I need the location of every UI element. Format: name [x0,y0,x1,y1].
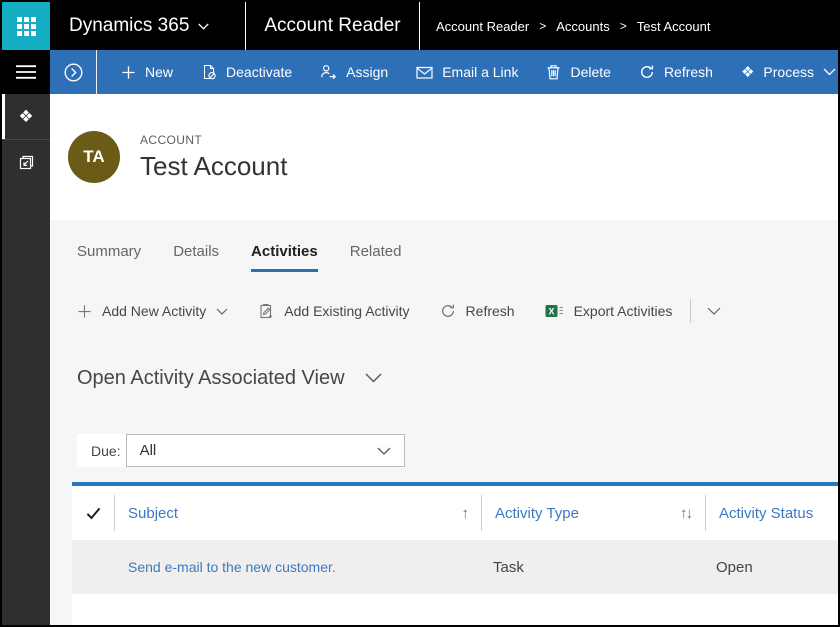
activities-grid: Subject ↑ Activity Type ↑↓ Activity Stat… [72,482,838,625]
sort-both-icon: ↑↓ [680,505,691,522]
tab-details[interactable]: Details [173,243,219,272]
add-existing-activity-button[interactable]: Add Existing Activity [258,303,409,319]
clipboard-edit-icon [258,303,274,319]
due-filter: Due: All [77,434,405,467]
refresh-icon [440,303,456,319]
plus-icon [77,304,92,319]
row-checkbox[interactable] [72,540,114,594]
app-launcher-button[interactable] [2,2,50,50]
chevron-down-icon [198,23,209,30]
breadcrumb-separator: > [620,19,627,33]
due-filter-select[interactable]: All [126,434,405,467]
chevron-down-icon [823,68,836,76]
column-header-activity-type[interactable]: Activity Type ↑↓ [482,486,705,540]
email-link-button[interactable]: Email a Link [402,50,532,94]
dynamics-brand-menu[interactable]: Dynamics 365 [50,2,245,50]
tab-activities[interactable]: Activities [251,243,318,272]
chevron-down-icon [377,447,391,455]
delete-button[interactable]: Delete [532,50,624,94]
checkmark-icon [86,507,101,520]
brand-label: Dynamics 365 [69,15,189,37]
circled-chevron-right-icon [63,62,84,83]
add-new-activity-button[interactable]: Add New Activity [77,303,228,319]
due-filter-value: All [140,442,157,459]
chevron-down-icon [707,307,721,315]
export-activities-button[interactable]: X Export Activities [545,303,673,319]
command-bar: New Deactivate Assign Email a Link [50,50,838,94]
cell-activity-type: Task [480,540,703,594]
activities-toolbar: Add New Activity Add Existing Activity R… [77,294,838,328]
breadcrumb-record[interactable]: Test Account [637,19,711,34]
sort-ascending-icon: ↑ [462,505,468,522]
trash-icon [546,64,561,80]
sidebar-item-current-area[interactable]: ❖ [2,94,50,140]
page-title: Test Account [140,151,287,182]
breadcrumb: Account Reader > Accounts > Test Account [420,2,710,50]
refresh-activities-button[interactable]: Refresh [440,303,515,319]
tab-summary[interactable]: Summary [77,243,141,272]
sidebar-item-recent[interactable] [2,140,50,186]
refresh-icon [639,64,655,80]
plus-icon [121,65,136,80]
new-button[interactable]: New [107,50,187,94]
grid-header-row: Subject ↑ Activity Type ↑↓ Activity Stat… [72,486,838,540]
cell-activity-status: Open [703,540,838,594]
process-icon: ❖ [741,65,754,80]
table-row[interactable]: Send e-mail to the new customer. Task Op… [72,540,838,594]
record-tabs: Summary Details Activities Related [77,243,401,272]
process-button[interactable]: ❖ Process [727,50,838,94]
svg-text:X: X [548,306,554,316]
app-title: Account Reader [246,2,419,50]
toolbar-overflow-button[interactable] [707,307,721,315]
due-filter-label: Due: [77,434,126,467]
top-navigation-bar: Dynamics 365 Account Reader Account Read… [2,2,838,50]
chevron-down-icon [216,308,228,315]
column-header-activity-status[interactable]: Activity Status [706,486,838,540]
assign-icon [320,64,337,80]
grid-empty-area [72,594,838,625]
email-icon [416,65,433,80]
waffle-icon [17,17,36,36]
breadcrumb-separator: > [539,19,546,33]
view-selector[interactable]: Open Activity Associated View [77,362,382,394]
expand-sitemap-button[interactable] [63,62,84,83]
refresh-button[interactable]: Refresh [625,50,727,94]
excel-icon: X [545,303,564,319]
chevron-down-icon [365,373,382,383]
assign-button[interactable]: Assign [306,50,402,94]
main-content: TA ACCOUNT Test Account Summary Details … [50,94,838,625]
select-all-checkbox[interactable] [72,486,114,540]
record-header: TA ACCOUNT Test Account [50,94,838,220]
column-header-subject[interactable]: Subject ↑ [115,486,481,540]
deactivate-button[interactable]: Deactivate [187,50,306,94]
hamburger-menu-icon [16,65,36,79]
toolbar-divider [690,299,691,323]
avatar: TA [68,131,120,183]
site-map-sidebar: ❖ [2,50,50,625]
breadcrumb-app[interactable]: Account Reader [436,19,529,34]
tab-related[interactable]: Related [350,243,402,272]
puzzle-icon: ❖ [18,108,33,125]
sitemap-menu-button[interactable] [2,50,50,94]
cell-subject: Send e-mail to the new customer. [114,540,480,594]
entity-type-label: ACCOUNT [140,133,287,147]
recent-items-icon [17,154,36,173]
deactivate-icon [201,64,217,80]
view-selector-label: Open Activity Associated View [77,367,345,390]
command-bar-divider [96,50,97,94]
breadcrumb-entity[interactable]: Accounts [556,19,609,34]
subject-link[interactable]: Send e-mail to the new customer. [128,559,336,575]
